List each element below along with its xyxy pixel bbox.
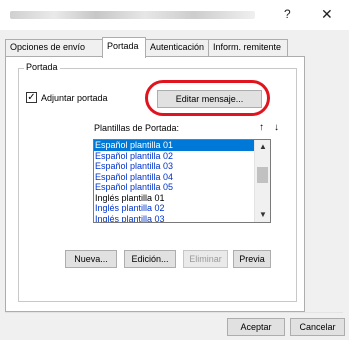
scroll-up-icon[interactable]: ▲ (255, 140, 270, 154)
groupbox-legend: Portada (24, 62, 60, 72)
list-item[interactable]: Español plantilla 01 (94, 140, 255, 151)
edit-message-button[interactable]: Editar mensaje... (157, 90, 262, 108)
list-item[interactable]: Inglés plantilla 03 (94, 214, 255, 223)
preview-button[interactable]: Previa (233, 250, 271, 268)
list-item[interactable]: Inglés plantilla 02 (94, 203, 255, 214)
list-item[interactable]: Español plantilla 02 (94, 151, 255, 162)
tab-label: Inform. remitente (213, 42, 282, 52)
templates-listbox[interactable]: Español plantilla 01 Español plantilla 0… (93, 139, 271, 223)
tab-opciones-envio[interactable]: Opciones de envío (5, 39, 103, 56)
list-item[interactable]: Español plantilla 03 (94, 161, 255, 172)
accept-button[interactable]: Aceptar (227, 318, 285, 336)
window-title-blurred (10, 11, 255, 19)
templates-label: Plantillas de Portada: (94, 123, 180, 133)
tab-label: Opciones de envío (10, 42, 86, 52)
move-down-arrow-icon[interactable]: ↓ (271, 123, 282, 134)
list-item[interactable]: Español plantilla 04 (94, 172, 255, 183)
delete-button: Eliminar (183, 250, 228, 268)
list-item[interactable]: Inglés plantilla 01 (94, 193, 255, 204)
list-item[interactable]: Español plantilla 05 (94, 182, 255, 193)
scroll-thumb[interactable] (257, 167, 268, 183)
edit-button[interactable]: Edición... (124, 250, 176, 268)
tab-autenticacion[interactable]: Autenticación (145, 39, 209, 56)
move-up-arrow-icon[interactable]: ↑ (256, 123, 267, 134)
tab-label: Autenticación (150, 42, 205, 52)
tab-portada[interactable]: Portada (102, 37, 146, 58)
cancel-button[interactable]: Cancelar (290, 318, 345, 336)
tab-inform-remitente[interactable]: Inform. remitente (208, 39, 288, 56)
list-scrollbar[interactable]: ▲ ▼ (254, 140, 270, 222)
attach-cover-label[interactable]: Adjuntar portada (41, 93, 108, 103)
close-button[interactable]: ✕ (321, 7, 333, 21)
tab-label: Portada (107, 41, 139, 51)
footer-divider (5, 312, 343, 313)
title-bar: ? ✕ (0, 0, 349, 30)
new-button[interactable]: Nueva... (65, 250, 117, 268)
scroll-down-icon[interactable]: ▼ (255, 208, 270, 222)
attach-cover-checkbox[interactable]: ✓ (26, 92, 37, 103)
attach-cover-row: ✓ Adjuntar portada (26, 92, 108, 103)
help-button[interactable]: ? (284, 7, 291, 21)
templates-list: Español plantilla 01 Español plantilla 0… (94, 140, 255, 223)
